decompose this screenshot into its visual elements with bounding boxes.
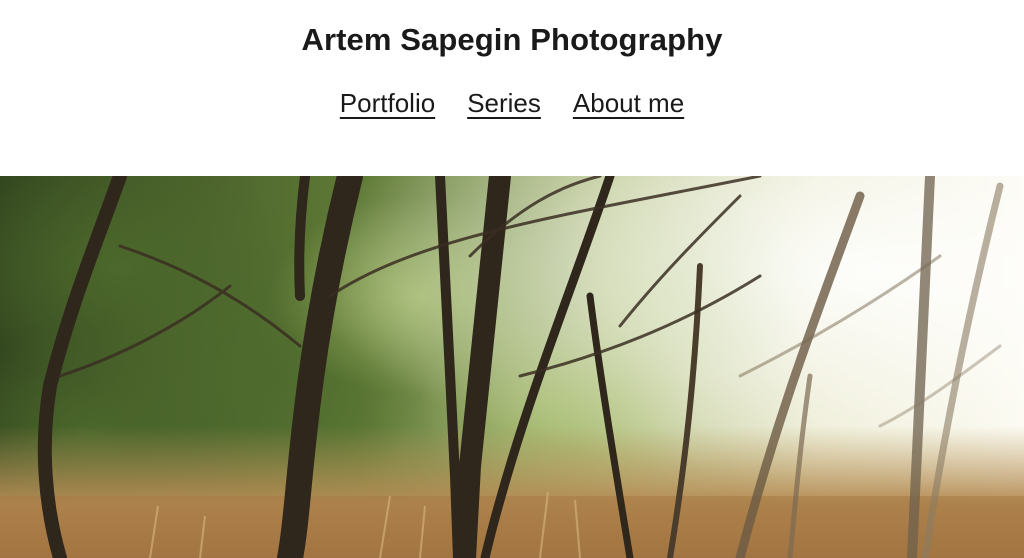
nav-item-about-me[interactable]: About me: [573, 88, 684, 119]
forest-photo: [0, 176, 1024, 558]
site-header: Artem Sapegin Photography Portfolio Seri…: [0, 0, 1024, 176]
nav-item-series[interactable]: Series: [467, 88, 541, 119]
site-title[interactable]: Artem Sapegin Photography: [0, 22, 1024, 58]
nav-item-portfolio[interactable]: Portfolio: [340, 88, 435, 119]
hero-photo: [0, 176, 1024, 558]
main-nav: Portfolio Series About me: [0, 88, 1024, 119]
